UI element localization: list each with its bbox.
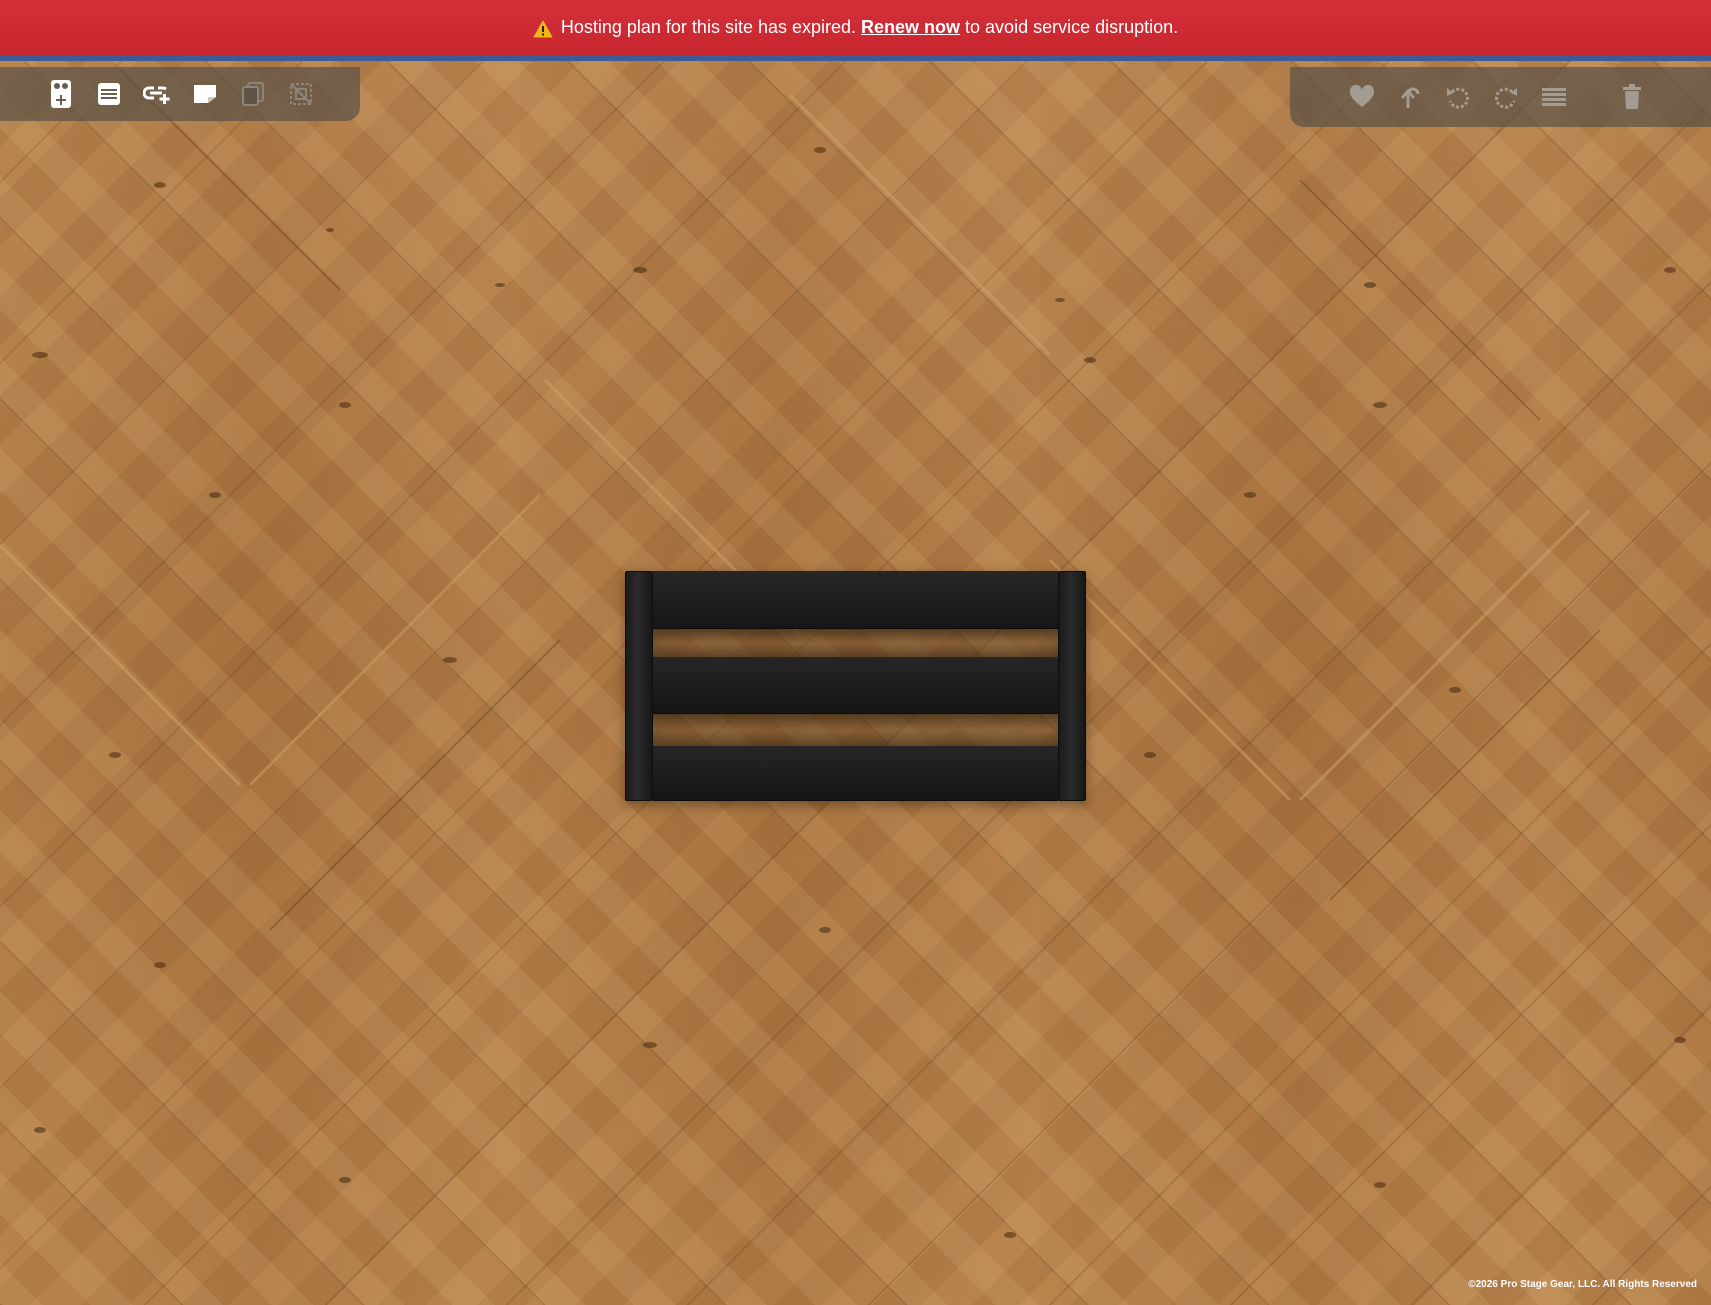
link-add-icon [143,86,170,104]
add-pedal-button[interactable] [46,79,76,109]
app: Hosting plan for this site has expired. … [0,0,1711,1305]
pedalboard-list-icon [98,83,120,105]
favorite-button[interactable] [1347,82,1377,112]
main-toolbar [0,67,360,121]
deselect-icon [290,83,312,105]
hosting-expired-banner: Hosting plan for this site has expired. … [0,0,1711,61]
pedalboard-right-side [1058,571,1086,801]
copyright-notice: ©2026 Pro Stage Gear, LLC. All Rights Re… [1468,1279,1697,1290]
pedalboard[interactable] [625,571,1086,801]
renew-now-link[interactable]: Renew now [861,17,960,38]
pedalboard-left-side [625,571,653,801]
rotate-right-button[interactable] [1491,82,1521,112]
add-patch-cable-button[interactable] [142,79,172,109]
undo-icon [1400,87,1420,108]
save-button[interactable] [190,79,220,109]
delete-button[interactable] [1617,82,1647,112]
add-pedal-icon [51,80,71,108]
note-icon [194,85,216,103]
layers-icon [1542,88,1566,106]
banner-message-prefix: Hosting plan for this site has expired. [560,17,857,37]
selection-toolbar [1290,67,1711,127]
duplicate-button[interactable] [238,79,268,109]
pedalboard-rail-top [653,571,1058,629]
warning-triangle-icon [533,20,553,37]
undo-button[interactable] [1395,82,1425,112]
layers-button[interactable] [1539,82,1569,112]
rotate-right-icon [1494,87,1517,109]
rotate-left-icon [1447,87,1470,109]
banner-message-suffix: to avoid service disruption. [965,17,1179,37]
pedalboard-gap-bottom [653,714,1058,746]
heart-icon [1349,85,1375,107]
rotate-left-button[interactable] [1443,82,1473,112]
trash-icon [1623,84,1641,109]
add-pedalboard-button[interactable] [94,79,124,109]
deselect-button[interactable] [286,79,316,109]
pedalboard-rail-bottom [653,746,1058,801]
copy-icon [242,82,264,106]
pedalboard-gap-top [653,629,1058,657]
pedalboard-rail-middle [653,657,1058,714]
